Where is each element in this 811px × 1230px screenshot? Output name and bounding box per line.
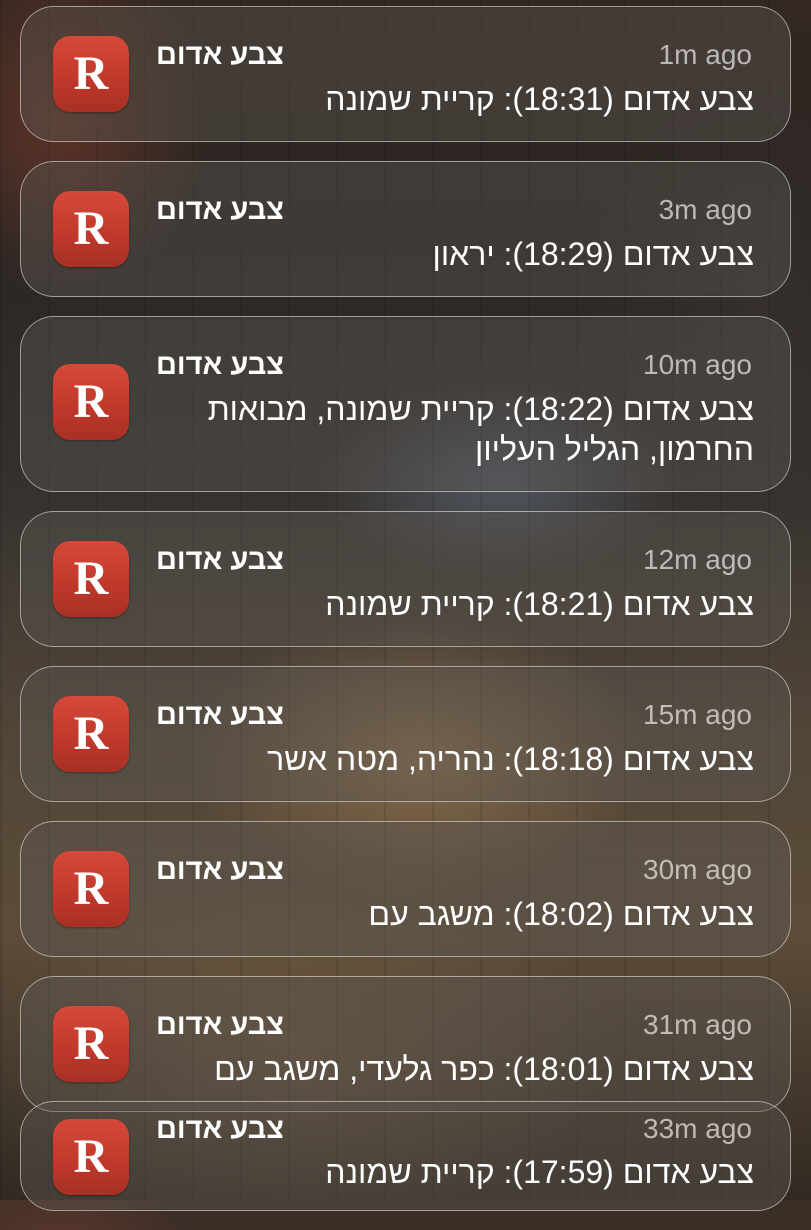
notification-message: צבע אדום (18:22): קריית שמונה, מבואות הח… [207,391,754,467]
notification-card[interactable]: R צבע אדום 10m ago צבע אדום (18:22): קרי… [20,316,791,492]
notification-card[interactable]: R צבע אדום 1m ago צבע אדום (18:31): קריי… [20,6,791,142]
red-alert-app-icon: R [53,191,129,267]
notification-time: 10m ago [643,349,752,380]
notification-message: צבע אדום (17:59): קריית שמונה [325,1154,754,1190]
notification-app-name: צבע אדום [156,194,284,226]
notification-message: צבע אדום (18:02): משגב עם [368,896,754,932]
notification-card[interactable]: R צבע אדום 15m ago צבע אדום (18:18): נהר… [20,666,791,802]
notification-app-name: צבע אדום [156,699,284,731]
notification-app-name: צבע אדום [156,854,284,886]
notification-time: 33m ago [643,1113,752,1144]
notification-time: 31m ago [643,1009,752,1040]
notification-message: צבע אדום (18:21): קריית שמונה [325,586,754,622]
red-alert-app-icon: R [53,851,129,927]
red-alert-app-icon: R [53,1006,129,1082]
notification-app-name: צבע אדום [156,1009,284,1041]
notification-message: צבע אדום (18:31): קריית שמונה [325,81,754,117]
red-alert-app-icon: R [53,364,129,440]
notification-time: 3m ago [658,194,752,225]
notification-message: צבע אדום (18:18): נהריה, מטה אשר [267,741,754,777]
notification-card[interactable]: R צבע אדום 30m ago צבע אדום (18:02): משג… [20,821,791,957]
notification-card[interactable]: R צבע אדום 12m ago צבע אדום (18:21): קרי… [20,511,791,647]
notification-message: צבע אדום (18:01): כפר גלעדי, משגב עם [214,1051,754,1087]
red-alert-app-icon: R [53,541,129,617]
notification-time: 1m ago [658,39,752,70]
notification-card[interactable]: R צבע אדום 33m ago צבע אדום (17:59): קרי… [20,1101,791,1211]
notification-app-name: צבע אדום [156,39,284,71]
notification-time: 15m ago [643,699,752,730]
red-alert-app-icon: R [53,1119,129,1195]
notification-card[interactable]: R צבע אדום 3m ago צבע אדום (18:29): יראו… [20,161,791,297]
notification-app-name: צבע אדום [156,544,284,576]
notification-time: 12m ago [643,544,752,575]
notification-stack: R צבע אדום 1m ago צבע אדום (18:31): קריי… [20,6,791,1230]
notification-time: 30m ago [643,854,752,885]
notification-app-name: צבע אדום [156,349,284,381]
notification-app-name: צבע אדום [156,1113,284,1145]
notification-message: צבע אדום (18:29): יראון [432,236,754,272]
notification-card[interactable]: R צבע אדום 31m ago צבע אדום (18:01): כפר… [20,976,791,1112]
red-alert-app-icon: R [53,696,129,772]
red-alert-app-icon: R [53,36,129,112]
